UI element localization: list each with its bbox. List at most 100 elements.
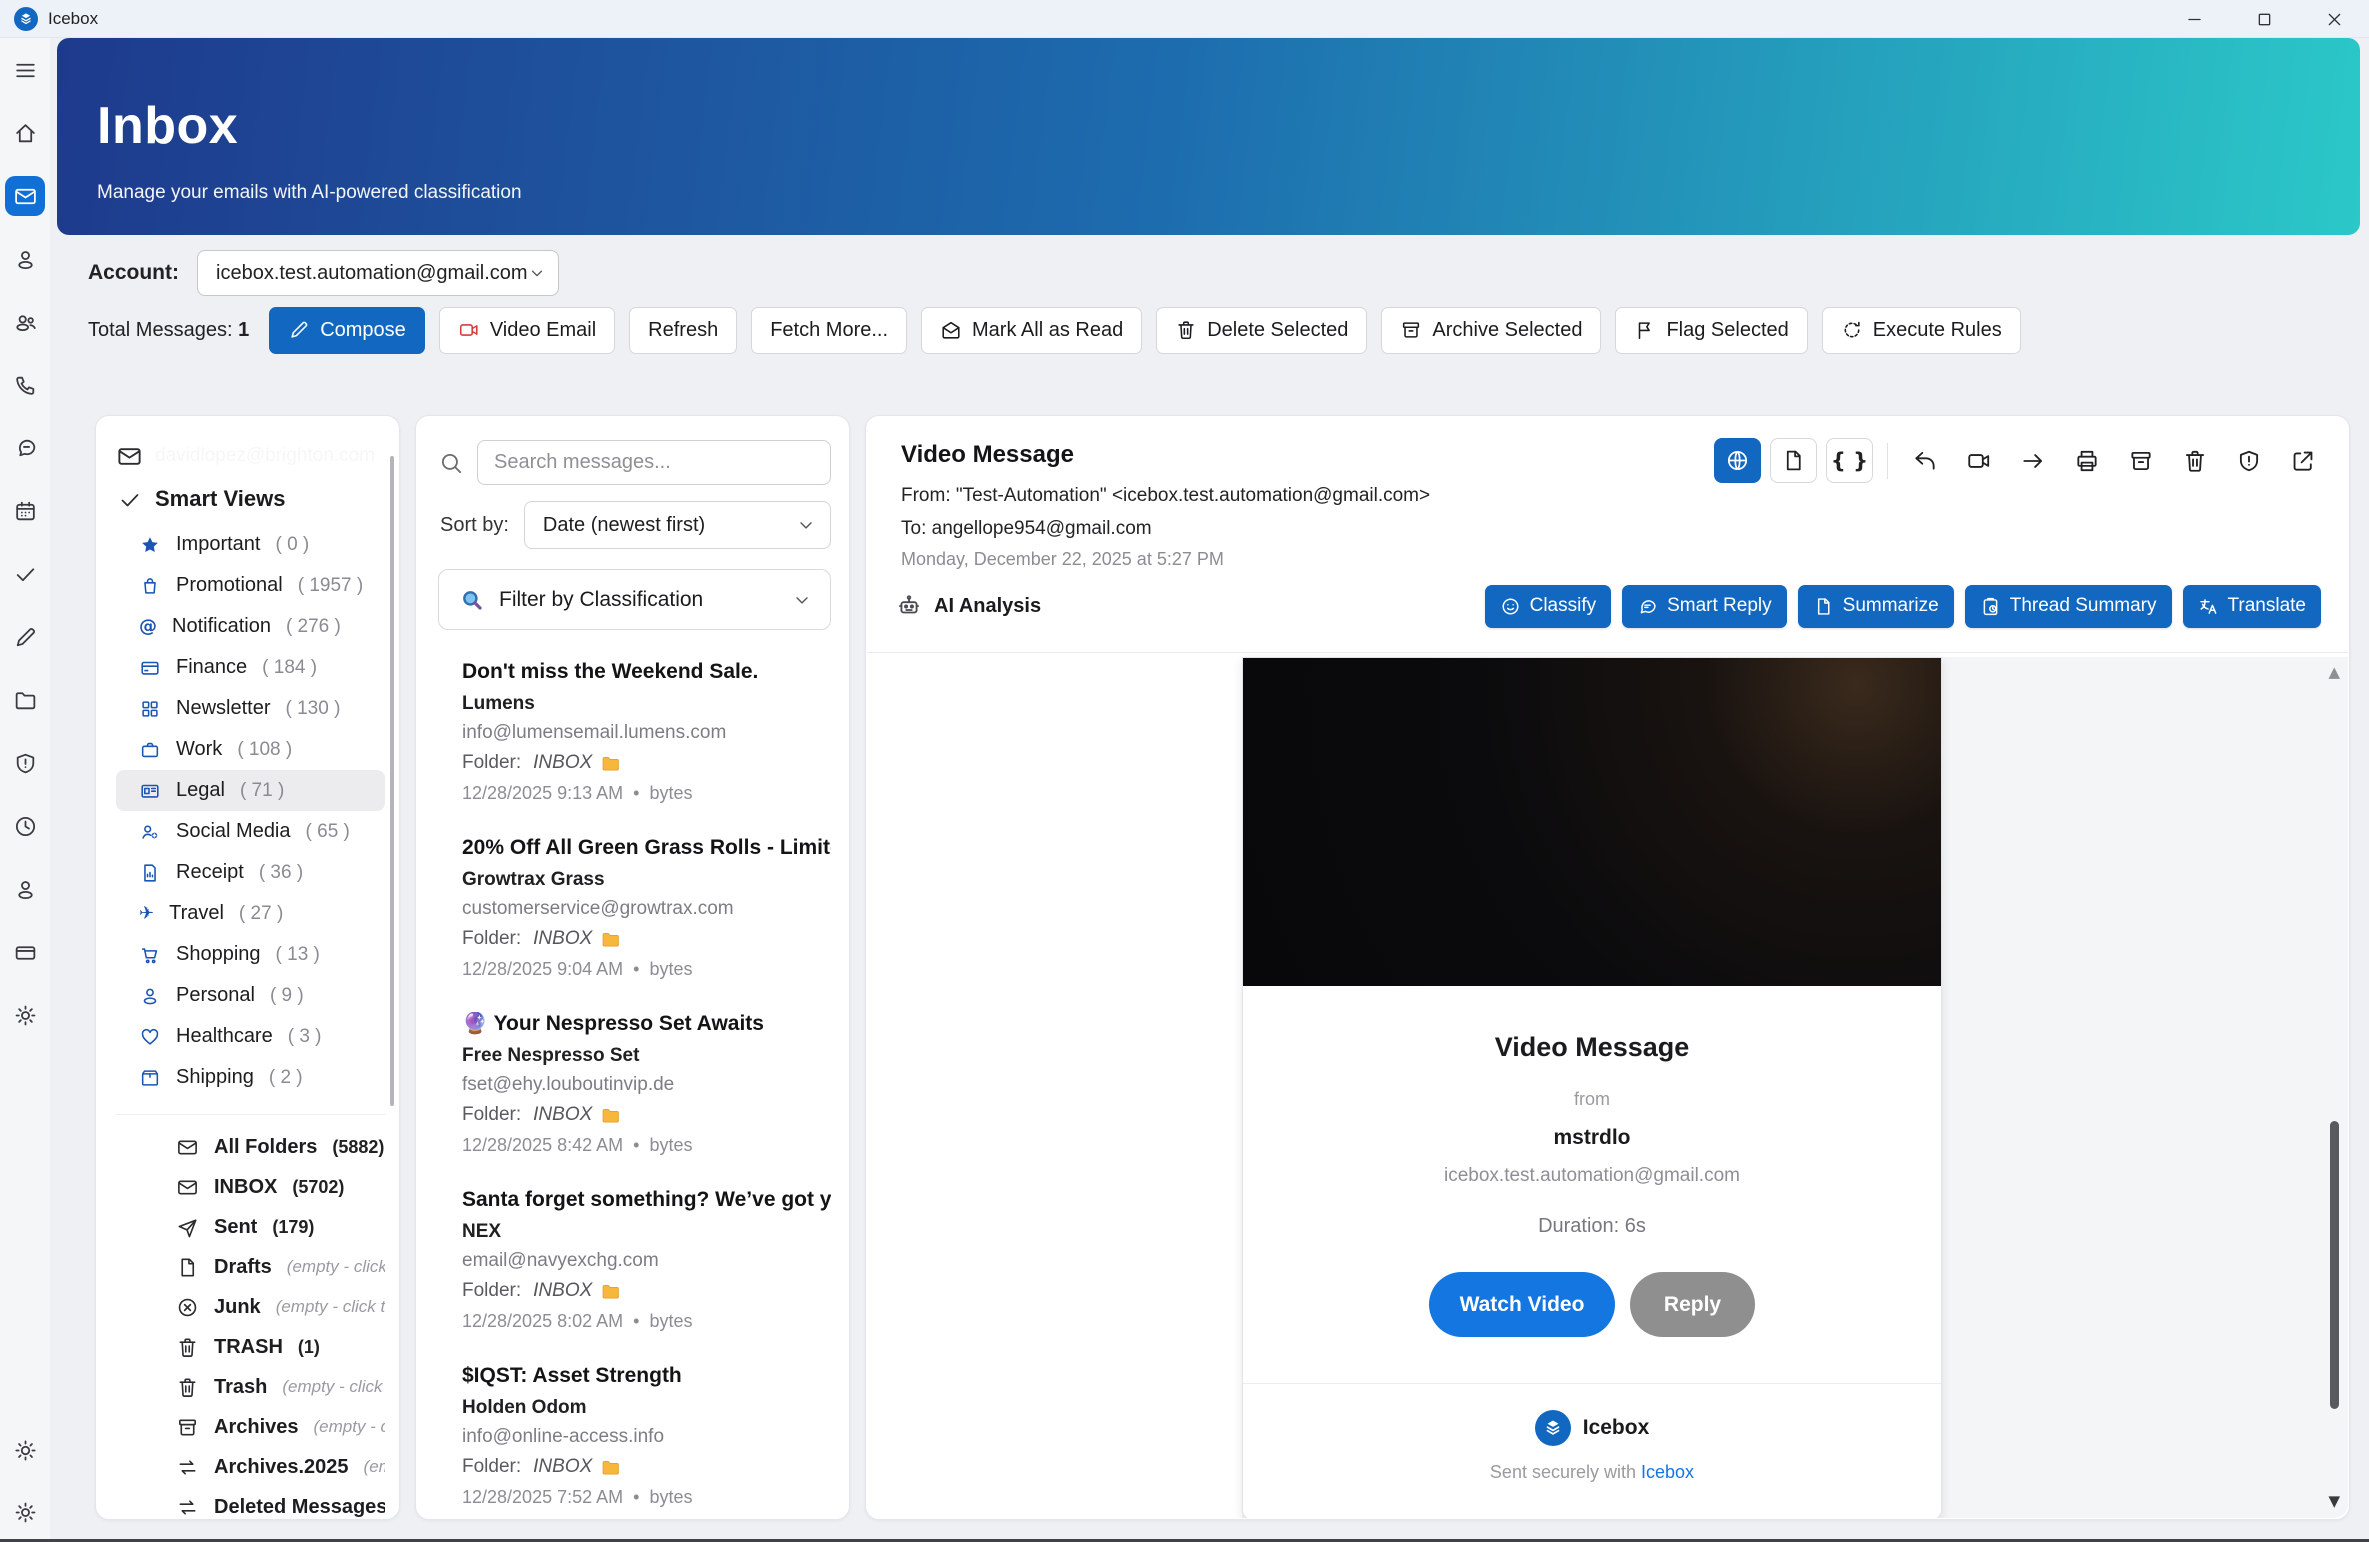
archive-action[interactable] [2118, 438, 2163, 483]
account-watermark: davidlopez@brighton.com [155, 445, 375, 466]
rail-item-calendar[interactable] [5, 491, 45, 531]
rail-item-contacts[interactable] [5, 239, 45, 279]
archive-icon [179, 1419, 196, 1436]
folder-trash[interactable]: Trash(empty - click to fetch) [116, 1367, 385, 1407]
folder-sent[interactable]: Sent (179) [116, 1207, 385, 1247]
delete-selected-button[interactable]: Delete Selected [1156, 306, 1368, 354]
smart-reply-button[interactable]: Smart Reply [1622, 584, 1787, 628]
rail-item-profile[interactable] [5, 869, 45, 909]
smart-view-receipt[interactable]: Receipt( 36 ) [116, 852, 385, 893]
search-input[interactable] [477, 440, 831, 485]
folder-drafts[interactable]: Drafts(empty - click to fetch) [116, 1247, 385, 1287]
chat-reply-icon [1640, 599, 1656, 613]
message-item[interactable]: $IQST: Asset Strength Holden Odom info@onl… [434, 1348, 835, 1519]
rail-item-tasks[interactable] [5, 554, 45, 594]
rail-item-files[interactable] [5, 680, 45, 720]
smart-views-list: Important( 0 ) Promotional( 1957 ) @ Notifi… [116, 524, 385, 1098]
rail-item-mail[interactable] [5, 176, 45, 216]
view-plain-toggle[interactable] [1770, 438, 1817, 483]
scroll-down-arrow[interactable]: ▼ [2328, 1492, 2340, 1510]
classify-button[interactable]: Classify [1484, 584, 1612, 628]
folder-deleted-messages[interactable]: Deleted Messages(empty - click to fetch) [116, 1487, 385, 1519]
smart-view-important[interactable]: Important( 0 ) [116, 524, 385, 565]
rail-item-calls[interactable] [5, 365, 45, 405]
folder-trash[interactable]: TRASH (1) [116, 1327, 385, 1367]
archive-selected-button[interactable]: Archive Selected [1381, 306, 1602, 354]
shield-icon [2239, 450, 2258, 471]
scroll-up-arrow[interactable]: ▲ [2328, 663, 2340, 681]
spam-action[interactable] [2226, 438, 2271, 483]
folder-archives[interactable]: Archives(empty - click to fetch) [116, 1407, 385, 1447]
folder-junk[interactable]: Junk(empty - click to fetch) [116, 1287, 385, 1327]
print-action[interactable] [2064, 438, 2109, 483]
message-item[interactable]: Don't miss the Weekend Sale. Lumens info@l… [434, 644, 835, 820]
video-card-from-label: from [1574, 1089, 1610, 1109]
scrollbar-thumb[interactable] [2330, 1121, 2339, 1409]
smart-view-legal[interactable]: Legal( 71 ) [116, 770, 385, 812]
icebox-link[interactable]: Icebox [1641, 1462, 1694, 1482]
fetch-more-button[interactable]: Fetch More... [751, 306, 908, 354]
rail-item-settings[interactable] [5, 995, 45, 1035]
rail-item-groups[interactable] [5, 302, 45, 342]
rail-item-home[interactable] [5, 113, 45, 153]
rail-item-history[interactable] [5, 806, 45, 846]
filter-by-classification[interactable]: Filter by Classification [438, 569, 831, 630]
reply-action[interactable] [1902, 438, 1947, 483]
account-row: Account: icebox.test.automation@gmail.co… [88, 250, 559, 296]
smart-view-finance[interactable]: Finance( 184 ) [116, 647, 385, 688]
video-email-button[interactable]: Video Email [438, 306, 616, 354]
rail-item-messages[interactable] [5, 428, 45, 468]
rail-item-theme-toggle[interactable] [5, 1430, 45, 1470]
rail-item-settings-bottom[interactable] [5, 1492, 45, 1532]
credit-card-icon [141, 661, 159, 675]
message-item[interactable]: Santa forget something? We’ve got you co… [434, 1172, 835, 1348]
folder-all-folders[interactable]: All Folders (5882) [116, 1127, 385, 1167]
filter-label: Filter by Classification [499, 587, 704, 611]
maximize-button[interactable] [2229, 0, 2299, 38]
summarize-button[interactable]: Summarize [1797, 584, 1954, 628]
execute-rules-button[interactable]: Execute Rules [1821, 306, 2021, 354]
smart-view-notification[interactable]: @ Notification( 276 ) [116, 606, 385, 647]
forward-action[interactable] [2010, 438, 2055, 483]
smart-view-promotional[interactable]: Promotional( 1957 ) [116, 565, 385, 606]
compose-button[interactable]: Compose [269, 306, 425, 354]
smart-view-healthcare[interactable]: Healthcare( 3 ) [116, 1016, 385, 1057]
rail-item-notes[interactable] [5, 617, 45, 657]
translate-button[interactable]: Translate [2182, 584, 2321, 628]
smart-view-shipping[interactable]: Shipping( 2 ) [116, 1057, 385, 1098]
rail-item-wallet[interactable] [5, 932, 45, 972]
close-button[interactable] [2299, 0, 2369, 38]
rail-item-security[interactable] [5, 743, 45, 783]
message-item[interactable]: 🔮 Your Nespresso Set Awaits Free Nespress… [434, 996, 835, 1172]
folders-scrollbar[interactable] [390, 456, 394, 1106]
delete-action[interactable] [2172, 438, 2217, 483]
account-select[interactable]: icebox.test.automation@gmail.com [197, 250, 559, 296]
trash-icon [2185, 450, 2204, 472]
reply-button[interactable]: Reply [1630, 1272, 1755, 1337]
smart-view-personal[interactable]: Personal( 9 ) [116, 975, 385, 1016]
open-external-action[interactable] [2280, 438, 2325, 483]
folder-archives-2025[interactable]: Archives.2025(empty - click to fetch) [116, 1447, 385, 1487]
refresh-button[interactable]: Refresh [629, 306, 738, 354]
toolbar: Total Messages: 1 Compose Video Email Refr… [88, 306, 2349, 354]
video-reply-action[interactable] [1956, 438, 2001, 483]
smart-view-shopping[interactable]: Shopping( 13 ) [116, 934, 385, 975]
smart-view-social-media[interactable]: Social Media( 65 ) [116, 811, 385, 852]
folder-inbox[interactable]: INBOX (5702) [116, 1167, 385, 1207]
smart-view-newsletter[interactable]: Newsletter( 130 ) [116, 688, 385, 729]
clipboard-icon [1983, 597, 1998, 615]
minimize-button[interactable] [2159, 0, 2229, 38]
sort-select[interactable]: Date (newest first) [523, 501, 831, 549]
view-html-toggle[interactable] [1714, 438, 1761, 483]
icebox-app-window: Icebox Inbox Manage your emails with AI-… [0, 0, 2369, 1542]
rail-item-menu[interactable] [5, 50, 45, 90]
mark-all-read-button[interactable]: Mark All as Read [921, 306, 1143, 354]
flag-selected-button[interactable]: Flag Selected [1615, 306, 1808, 354]
smart-view-work[interactable]: Work( 108 ) [116, 729, 385, 770]
view-source-toggle[interactable]: { } [1826, 438, 1873, 483]
video-thumbnail[interactable] [1243, 658, 1941, 986]
smart-view-travel[interactable]: ✈ Travel( 27 ) [116, 893, 385, 934]
thread-summary-button[interactable]: Thread Summary [1964, 584, 2172, 628]
message-item[interactable]: 20% Off All Green Grass Rolls - Limited … [434, 820, 835, 996]
watch-video-button[interactable]: Watch Video [1429, 1272, 1615, 1337]
